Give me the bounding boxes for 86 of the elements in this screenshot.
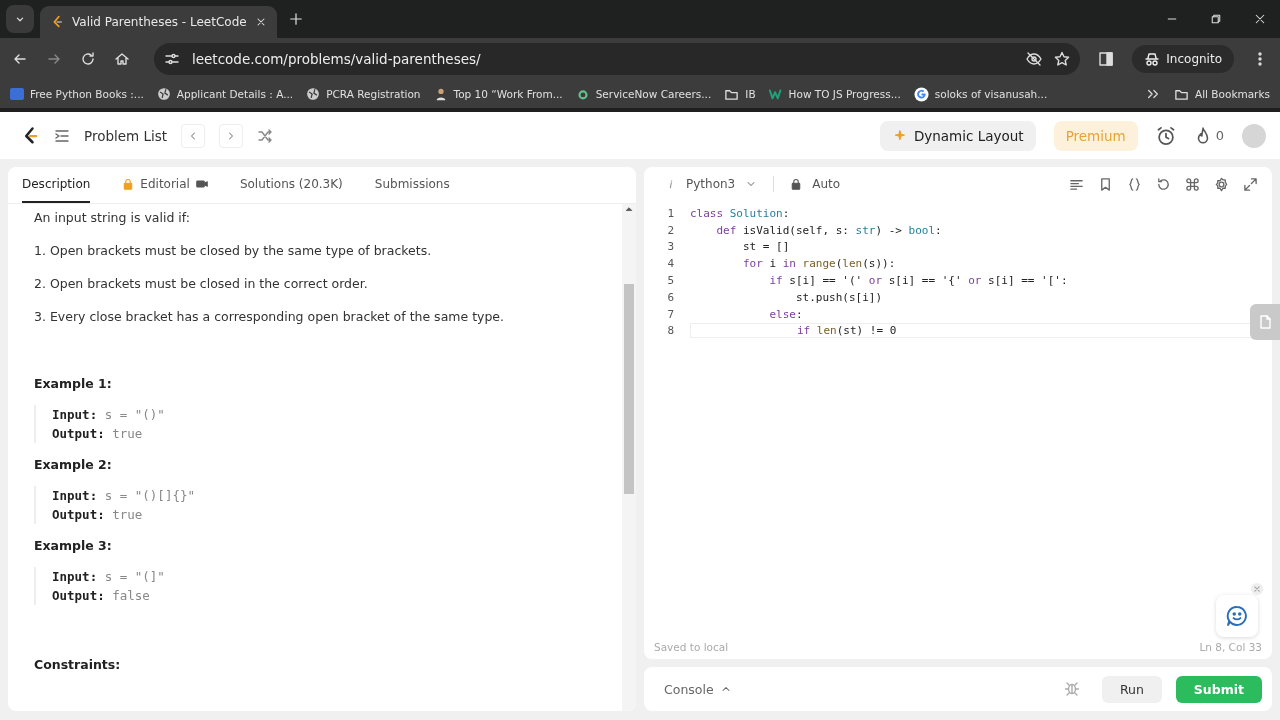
- rule-text: 3. Every close bracket has a corresponding open bracket of the same type.: [34, 309, 506, 324]
- shuffle-icon[interactable]: [257, 127, 274, 144]
- description-tab[interactable]: Submissions: [374, 167, 450, 203]
- line-number: 1: [666, 206, 675, 220]
- console-toggle[interactable]: Console: [658, 680, 738, 698]
- rule-text: 2. Open brackets must be closed in the correct order.: [34, 276, 369, 291]
- star-icon[interactable]: [1054, 51, 1071, 67]
- intro-text: An input string is valid if:: [34, 210, 191, 225]
- lock-icon: [790, 178, 803, 190]
- bookmark-link[interactable]: ServiceNow Careers...: [595, 88, 712, 100]
- dynamic-layout-button[interactable]: Dynamic Layout: [879, 120, 1036, 151]
- globe-icon: [306, 87, 321, 101]
- code-line: st = []: [741, 240, 790, 254]
- rule-text: 1. Open brackets must be closed by the same type of brackets.: [34, 243, 433, 258]
- bookmark-link[interactable]: PCRA Registration: [326, 88, 421, 100]
- alarm-clock-icon[interactable]: [1155, 125, 1176, 146]
- run-button[interactable]: Run: [1101, 675, 1162, 703]
- new-tab-icon[interactable]: [288, 12, 303, 26]
- expand-icon[interactable]: [1243, 176, 1258, 192]
- bookmark-link[interactable]: soloks of visanusah...: [934, 88, 1048, 100]
- example-input-text: Input: s = "()[]{}": [52, 487, 196, 505]
- example-input-text: Input: s = "()": [52, 406, 166, 424]
- bookmark-link[interactable]: Top 10 “Work From...: [453, 88, 563, 100]
- line-number: 4: [666, 257, 675, 271]
- reset-icon[interactable]: [1156, 176, 1171, 192]
- line-number: 2: [666, 223, 675, 237]
- globe-icon: [156, 87, 171, 101]
- code-line: if s[i] == '(' or s[i] == '{' or s[i] == '[':: [768, 274, 1068, 288]
- bookmark-link[interactable]: How TO JS Progress...: [788, 88, 901, 100]
- example-heading: Example 3:: [34, 538, 113, 553]
- side-panel-icon[interactable]: [1098, 51, 1115, 67]
- book-badge-icon: [10, 88, 24, 100]
- site-settings-icon[interactable]: [164, 51, 180, 67]
- example-output-text: Output: true: [52, 425, 144, 443]
- scroll-up-icon[interactable]: [624, 204, 634, 214]
- restore-icon[interactable]: [1210, 13, 1222, 25]
- list-icon[interactable]: [54, 127, 70, 144]
- document-icon: [1257, 314, 1273, 330]
- reload-icon[interactable]: [80, 51, 96, 67]
- bookmark-link[interactable]: IB: [745, 88, 756, 100]
- line-number: 7: [666, 307, 675, 321]
- chevrons-right-icon[interactable]: [1145, 87, 1160, 101]
- example-heading: Example 2:: [34, 457, 113, 472]
- incognito-button[interactable]: Incognito: [1132, 45, 1234, 73]
- constraints-heading: Constraints:: [34, 657, 122, 672]
- video-icon: [195, 178, 208, 190]
- streak-count: 0: [1215, 128, 1224, 143]
- description-tab[interactable]: Description: [22, 167, 91, 203]
- code-line: def isValid(self, s: str) -> bool:: [715, 223, 942, 237]
- line-number: 3: [666, 240, 675, 254]
- auto-mode-label[interactable]: Auto: [812, 177, 841, 191]
- language-selector[interactable]: Python3: [686, 177, 736, 191]
- code-line: for i in range(len(s)):: [741, 257, 896, 271]
- settings-icon[interactable]: [1214, 176, 1229, 192]
- save-status: Saved to local: [654, 641, 729, 653]
- line-number: 8: [666, 324, 675, 338]
- smiley-chat-icon: [1226, 605, 1248, 627]
- all-bookmarks-link[interactable]: All Bookmarks: [1194, 88, 1270, 100]
- line-number: 6: [666, 290, 675, 304]
- google-logo-icon: [913, 86, 929, 102]
- tab-title: Valid Parentheses - LeetCode: [72, 15, 247, 29]
- braces-icon[interactable]: [1127, 176, 1142, 192]
- example-output-text: Output: true: [52, 506, 144, 524]
- incognito-icon[interactable]: [1144, 51, 1161, 67]
- example-heading: Example 1:: [34, 376, 113, 391]
- code-line: class Solution:: [690, 206, 790, 220]
- close-icon[interactable]: [1254, 13, 1266, 25]
- bookmark-link[interactable]: Free Python Books :...: [30, 88, 144, 100]
- line-number: 5: [666, 274, 675, 288]
- code-line: else:: [768, 307, 803, 321]
- browser-tab[interactable]: Valid Parentheses - LeetCode: [40, 6, 277, 38]
- bookmark-link[interactable]: Applicant Details : A...: [176, 88, 294, 100]
- description-tab[interactable]: Editorial: [122, 167, 208, 203]
- code-line: st.push(s[i]): [794, 290, 883, 304]
- example-output-text: Output: false: [52, 587, 151, 605]
- feedback-button[interactable]: [1216, 595, 1258, 637]
- cursor-position: Ln 8, Col 33: [1199, 641, 1262, 653]
- scrollbar-thumb[interactable]: [624, 284, 634, 494]
- w-logo-icon: [768, 87, 783, 101]
- command-icon[interactable]: [1185, 176, 1200, 192]
- example-input-text: Input: s = "(]": [52, 568, 166, 586]
- problem-list-link[interactable]: Problem List: [84, 127, 168, 144]
- home-icon[interactable]: [114, 51, 130, 67]
- description-tab[interactable]: Solutions (20.3K): [239, 167, 343, 203]
- bookmark-icon[interactable]: [1098, 176, 1113, 192]
- eye-slash-icon[interactable]: [1026, 51, 1043, 67]
